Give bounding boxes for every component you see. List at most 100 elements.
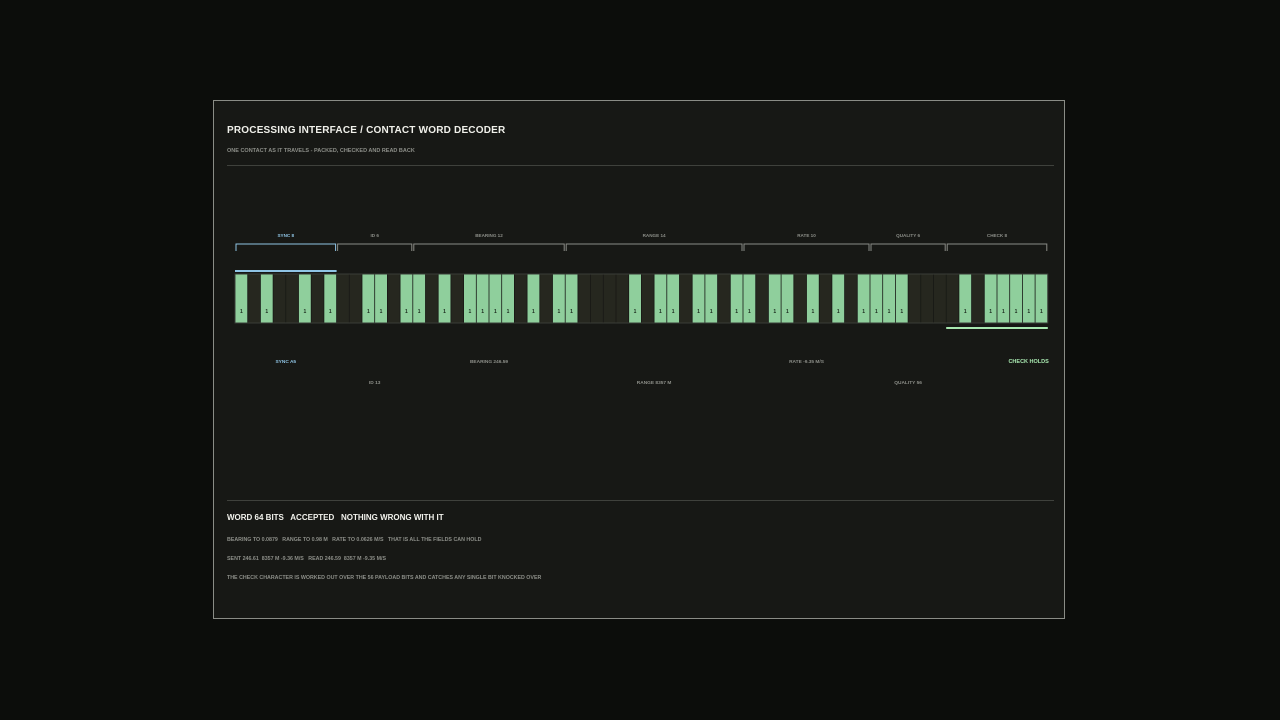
bit-cell-off [591, 274, 603, 323]
bit-cell-on [743, 274, 756, 323]
word-summary: WORD 64 BITS ACCEPTED NOTHING WRONG WITH… [227, 513, 444, 522]
bit-cell-off [908, 274, 921, 323]
field-label-rate: RATE 10 [797, 233, 816, 238]
bit-cell-on [527, 274, 540, 323]
bit-cell-on [667, 274, 680, 323]
field-readout-sync: SYNC A5 [275, 359, 296, 365]
bit-value: 1 [1015, 309, 1018, 315]
bit-value: 1 [697, 309, 700, 315]
bit-value: 1 [1027, 309, 1030, 315]
bit-value: 1 [443, 309, 446, 315]
bit-cell-on [768, 274, 781, 323]
status-badge: ACCEPTED [290, 513, 335, 522]
bit-cell-off [273, 274, 286, 323]
field-bracket-sync [235, 243, 337, 251]
sent-read-values: SENT 246.61 8357 M -9.36 M/S READ 246.59… [227, 556, 386, 562]
bit-value: 1 [710, 309, 713, 315]
bit-cell-on [1035, 274, 1048, 323]
bit-cell-on [260, 274, 273, 323]
bit-cell-on [857, 274, 870, 323]
bit-value: 1 [786, 309, 789, 315]
bit-cell-on [464, 274, 476, 323]
bit-cell-off [616, 274, 629, 323]
field-label-check: CHECK 8 [987, 233, 1008, 238]
bit-value: 1 [634, 309, 637, 315]
bit-value: 1 [240, 309, 243, 315]
bit-cell-off [286, 274, 299, 323]
bit-value: 1 [494, 309, 497, 315]
bit-cell-on [832, 274, 845, 323]
bit-cell-on [1022, 274, 1035, 323]
bit-value: 1 [469, 309, 472, 315]
field-bracket-range [565, 243, 743, 251]
bit-cell-on [565, 274, 578, 323]
field-readout-range: RANGE 8357 M [637, 380, 672, 386]
bit-cell-off [845, 274, 857, 323]
bit-cell-on [654, 274, 667, 323]
field-readout-rate: RATE -9.35 M/S [789, 359, 825, 365]
bit-cell-on [298, 274, 311, 323]
bit-value: 1 [773, 309, 776, 315]
bit-cell-on [984, 274, 997, 323]
bit-cell-on [959, 274, 972, 323]
bit-cell-off [946, 274, 959, 323]
bit-cell-off [819, 274, 832, 323]
bit-cell-off [387, 274, 400, 323]
field-bracket-rate [743, 243, 870, 251]
bit-cell-on [400, 274, 413, 323]
bit-cell-off [451, 274, 464, 323]
bit-value: 1 [964, 309, 967, 315]
bit-cell-off [514, 274, 527, 323]
bit-value: 1 [532, 309, 535, 315]
bit-value: 1 [989, 309, 992, 315]
bit-cell-on [489, 274, 502, 323]
bit-cell-on [730, 274, 743, 323]
bit-value: 1 [748, 309, 751, 315]
bit-value: 1 [659, 309, 662, 315]
decoder-panel: PROCESSING INTERFACE / CONTACT WORD DECO… [213, 100, 1065, 619]
bit-value: 1 [875, 309, 878, 315]
bit-value: 1 [1040, 309, 1043, 315]
bit-cell-off [248, 274, 260, 323]
bit-cell-on [781, 274, 794, 323]
field-label-range: RANGE 14 [643, 233, 666, 238]
bit-cell-off [603, 274, 616, 323]
field-label-id: ID 6 [370, 233, 379, 238]
field-bracket-quality [870, 243, 946, 251]
bit-cell-on [1010, 274, 1022, 323]
bit-value: 1 [380, 309, 383, 315]
bit-cell-on [375, 274, 387, 323]
bit-cell-on [883, 274, 895, 323]
bit-cell-on [362, 274, 375, 323]
bit-value: 1 [735, 309, 738, 315]
bit-cell-on [997, 274, 1010, 323]
field-label-sync: SYNC 8 [277, 233, 294, 238]
bit-cell-off [921, 274, 934, 323]
field-label-quality: QUALITY 6 [896, 233, 920, 238]
bit-cell-on [629, 274, 641, 323]
bit-cell-on [870, 274, 883, 323]
field-label-bearing: BEARING 12 [475, 233, 503, 238]
bit-cell-off [578, 274, 591, 323]
word-bits-label: WORD 64 BITS [227, 513, 284, 522]
bit-cell-off [641, 274, 654, 323]
bit-value: 1 [481, 309, 484, 315]
bit-value: 1 [862, 309, 865, 315]
bit-cell-on [438, 274, 451, 323]
bit-cell-on [552, 274, 565, 323]
bit-cell-off [337, 274, 349, 323]
precision-limits: BEARING TO 0.0879 RANGE TO 0.98 M RATE T… [227, 537, 482, 543]
bit-cell-off [679, 274, 692, 323]
bit-cell-off [933, 274, 946, 323]
bit-cell-on [235, 274, 248, 323]
bit-cell-off [756, 274, 768, 323]
bit-value: 1 [405, 309, 408, 315]
verdict-text: NOTHING WRONG WITH IT [340, 513, 444, 522]
bit-value: 1 [367, 309, 370, 315]
field-readout-bearing: BEARING 246.59 [470, 359, 508, 365]
bit-value: 1 [811, 309, 814, 315]
bit-value: 1 [1002, 309, 1005, 315]
bit-cell-off [311, 274, 324, 323]
check-marker-bar [946, 327, 1048, 329]
bit-cell-on [692, 274, 705, 323]
